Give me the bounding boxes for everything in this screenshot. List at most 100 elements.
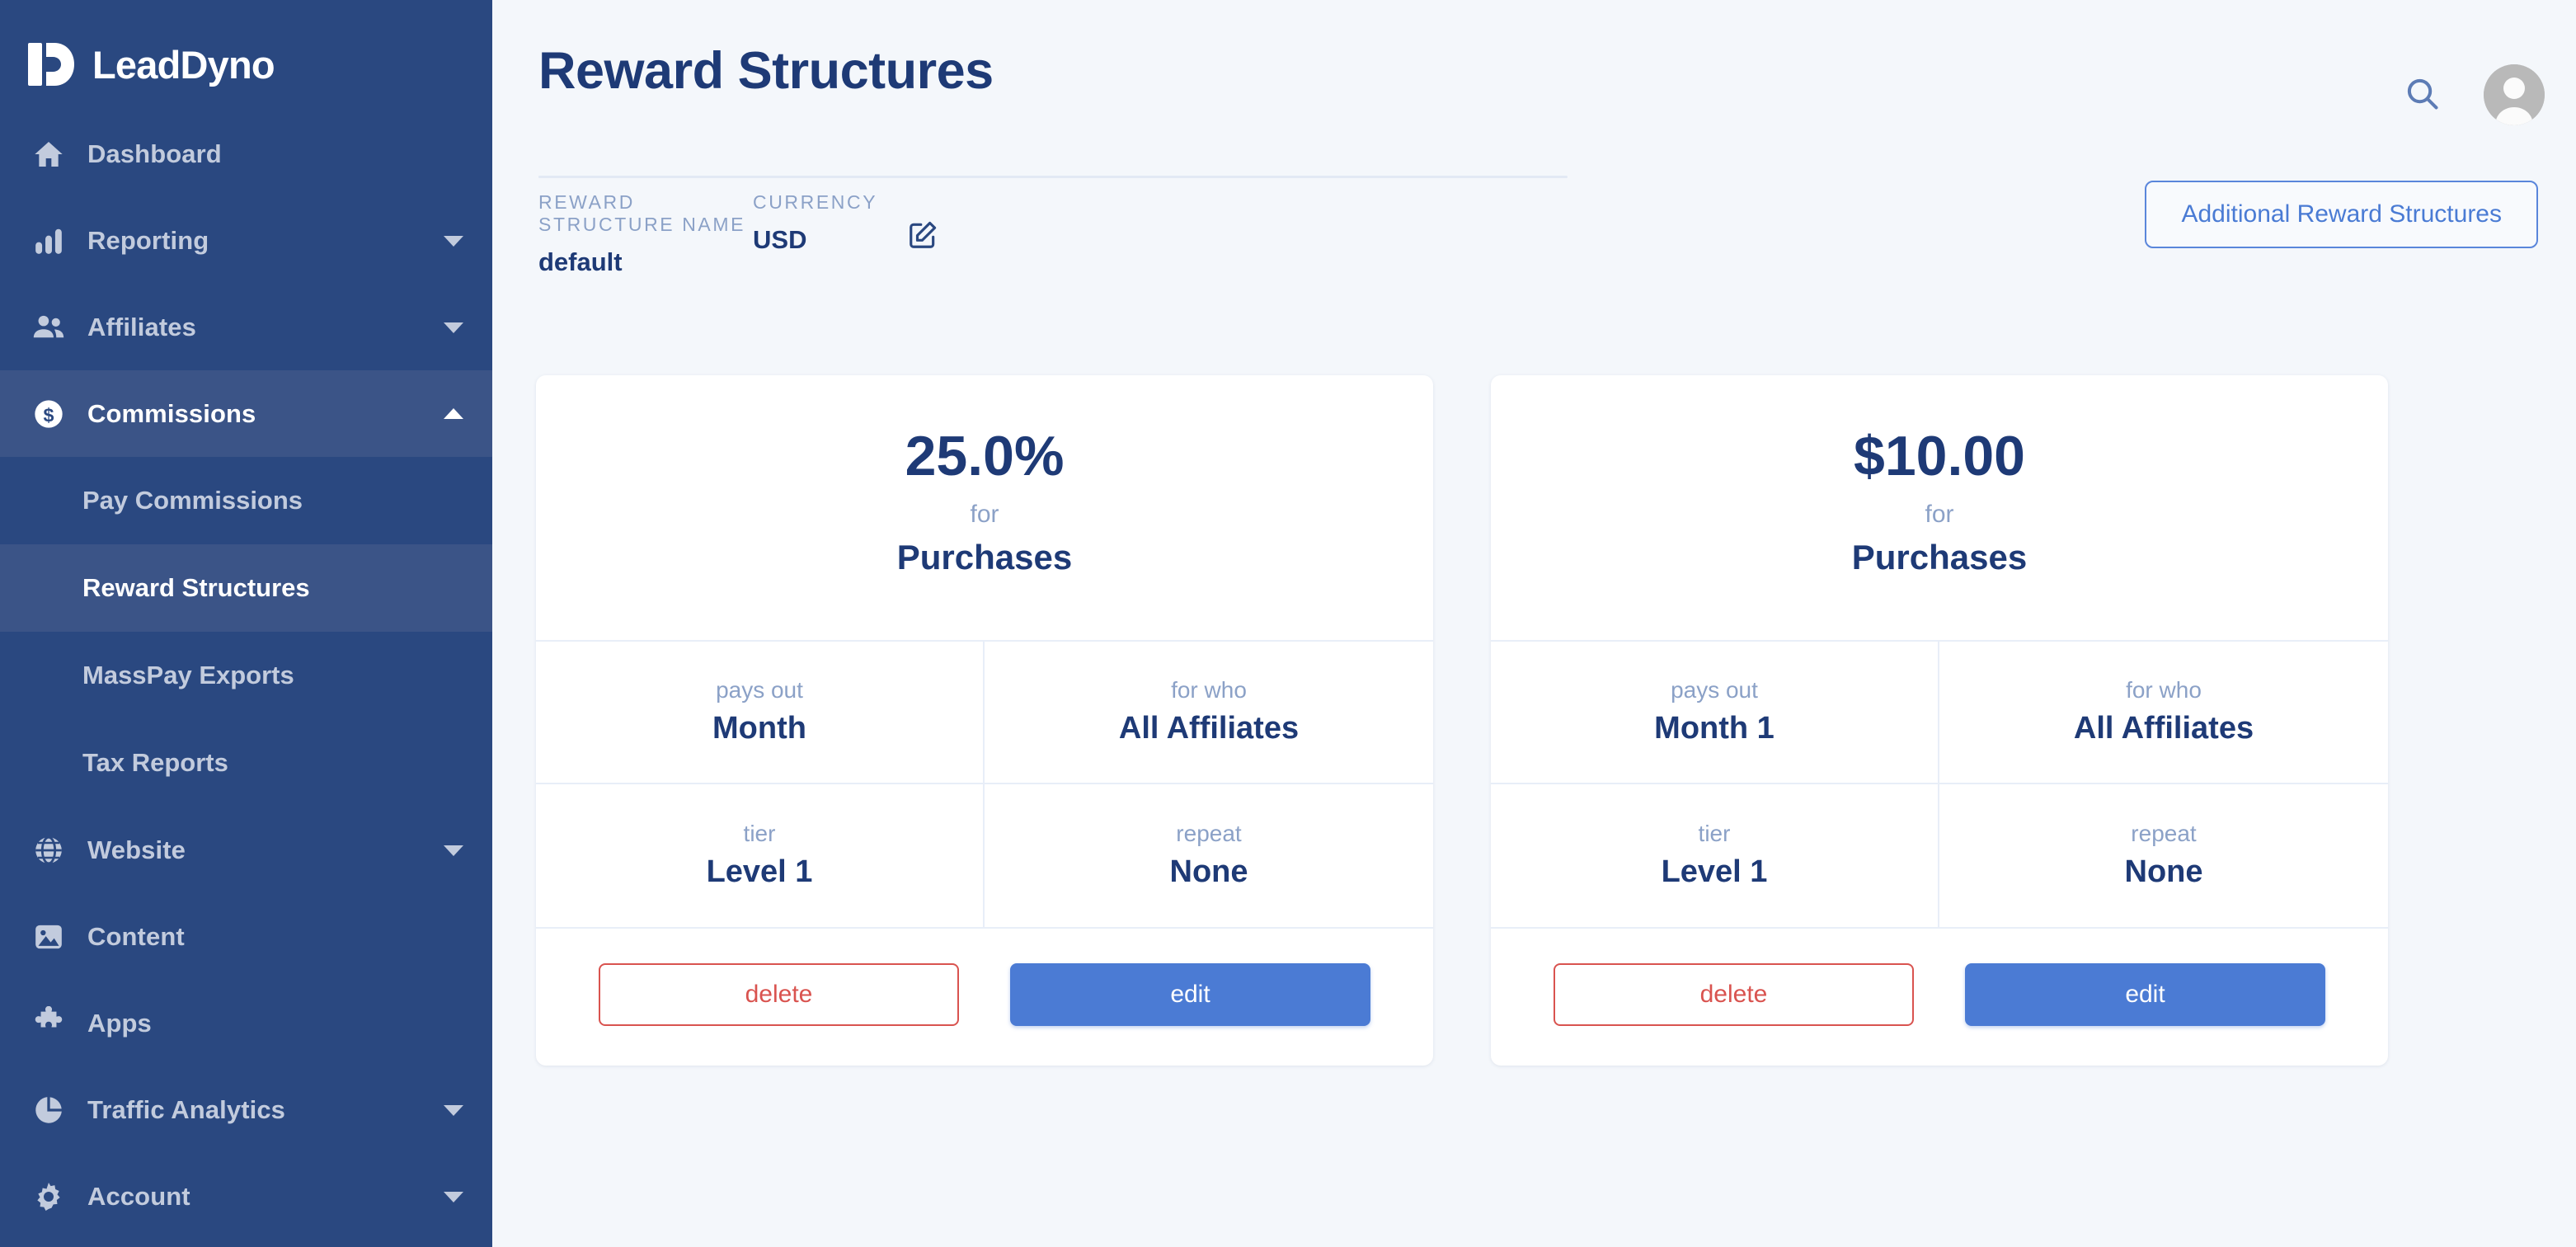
sidebar-subitem-label: Pay Commissions	[82, 486, 303, 515]
field-value: None	[2124, 854, 2203, 889]
sidebar-item-commissions[interactable]: $ Commissions	[0, 370, 492, 457]
sidebar-item-traffic-analytics[interactable]: Traffic Analytics	[0, 1066, 492, 1153]
gear-icon	[30, 1178, 68, 1216]
field-label: tier	[743, 820, 776, 846]
field-label: tier	[1698, 820, 1731, 846]
card-field-repeat: repeat None	[1939, 784, 2388, 927]
chevron-down-icon	[443, 321, 464, 334]
card-actions: delete edit	[536, 927, 1433, 1066]
field-value: Level 1	[706, 854, 813, 889]
field-value: Level 1	[1661, 854, 1768, 889]
chevron-down-icon	[443, 1103, 464, 1117]
sidebar-item-account[interactable]: Account	[0, 1153, 492, 1240]
brand-name: LeadDyno	[92, 42, 275, 87]
sidebar-item-label: Website	[87, 835, 186, 864]
card-field-for-who: for who All Affiliates	[1939, 642, 2388, 784]
card-field-tier: tier Level 1	[536, 784, 985, 927]
bar-chart-icon	[30, 222, 68, 260]
page-title: Reward Structures	[538, 42, 994, 100]
user-avatar-icon	[2484, 64, 2545, 125]
card-header: $10.00 for Purchases	[1491, 375, 2388, 642]
edit-button[interactable]: edit	[1965, 963, 2325, 1026]
card-fields-grid: pays out Month 1 for who All Affiliates …	[1491, 642, 2388, 927]
chevron-down-icon	[443, 234, 464, 247]
field-value: Month	[712, 710, 806, 746]
globe-icon	[30, 831, 68, 869]
delete-button[interactable]: delete	[599, 963, 959, 1026]
card-fields-grid: pays out Month for who All Affiliates ti…	[536, 642, 1433, 927]
meta-value: USD	[753, 225, 807, 254]
meta-label: CURRENCY	[753, 191, 878, 213]
avatar[interactable]	[2484, 64, 2545, 125]
delete-button[interactable]: delete	[1554, 963, 1914, 1026]
field-value: All Affiliates	[2073, 710, 2254, 746]
card-field-pays-out: pays out Month 1	[1491, 642, 1939, 784]
chevron-up-icon	[443, 407, 464, 421]
users-icon	[30, 308, 68, 346]
card-type: Purchases	[1851, 538, 2028, 577]
sidebar-subitem-label: Reward Structures	[82, 573, 310, 602]
meta-currency: CURRENCY USD	[753, 191, 906, 255]
reward-structure-cards: 25.0% for Purchases pays out Month for w…	[536, 375, 2388, 1066]
reward-structure-card: 25.0% for Purchases pays out Month for w…	[536, 375, 1433, 1066]
card-field-repeat: repeat None	[985, 784, 1433, 927]
field-label: for who	[1171, 676, 1247, 703]
sidebar-nav: Dashboard Reporting Affiliates $ Commiss…	[0, 111, 492, 1240]
sidebar-item-label: Content	[87, 921, 185, 951]
sidebar-item-label: Affiliates	[87, 312, 196, 341]
topbar-actions	[2401, 64, 2545, 125]
edit-reward-structure-button[interactable]	[906, 219, 939, 252]
sidebar-item-content[interactable]: Content	[0, 893, 492, 980]
pie-chart-icon	[30, 1091, 68, 1129]
sidebar: LeadDyno Dashboard Reporting Affiliates …	[0, 0, 492, 1247]
dollar-circle-icon: $	[30, 395, 68, 433]
card-actions: delete edit	[1491, 927, 2388, 1066]
sidebar-item-tax-reports[interactable]: Tax Reports	[0, 719, 492, 807]
chevron-down-icon	[443, 1190, 464, 1203]
card-amount: 25.0%	[905, 425, 1065, 488]
edit-button[interactable]: edit	[1010, 963, 1370, 1026]
field-label: for who	[2126, 676, 2202, 703]
sidebar-item-label: Commissions	[87, 398, 256, 428]
sidebar-subitem-label: Tax Reports	[82, 748, 228, 777]
header-divider	[538, 176, 1568, 178]
card-amount: $10.00	[1854, 425, 2025, 488]
field-value: All Affiliates	[1118, 710, 1300, 746]
card-field-tier: tier Level 1	[1491, 784, 1939, 927]
search-button[interactable]	[2401, 73, 2444, 116]
sidebar-item-reporting[interactable]: Reporting	[0, 197, 492, 284]
sidebar-item-website[interactable]: Website	[0, 807, 492, 893]
sidebar-item-apps[interactable]: Apps	[0, 980, 492, 1066]
chevron-down-icon	[443, 844, 464, 857]
reward-structure-card: $10.00 for Purchases pays out Month 1 fo…	[1491, 375, 2388, 1066]
card-header: 25.0% for Purchases	[536, 375, 1433, 642]
meta-value: default	[538, 247, 623, 276]
search-icon	[2404, 75, 2442, 115]
image-icon	[30, 918, 68, 956]
sidebar-item-reward-structures[interactable]: Reward Structures	[0, 544, 492, 632]
sidebar-subitem-label: MassPay Exports	[82, 661, 294, 689]
leaddyno-logo-icon	[28, 43, 74, 86]
brand-logo[interactable]: LeadDyno	[0, 0, 492, 99]
card-field-for-who: for who All Affiliates	[985, 642, 1433, 784]
field-value: None	[1169, 854, 1248, 889]
puzzle-icon	[30, 1005, 68, 1042]
sidebar-item-label: Dashboard	[87, 139, 222, 168]
card-type: Purchases	[896, 538, 1073, 577]
meta-reward-structure-name: REWARD STRUCTURE NAME default	[538, 191, 753, 277]
field-label: repeat	[1176, 820, 1242, 846]
sidebar-item-masspay-exports[interactable]: MassPay Exports	[0, 632, 492, 719]
sidebar-item-affiliates[interactable]: Affiliates	[0, 284, 492, 370]
field-label: repeat	[2131, 820, 2197, 846]
card-for-label: for	[1925, 501, 1954, 529]
sidebar-item-label: Traffic Analytics	[87, 1094, 286, 1124]
edit-pencil-square-icon	[907, 219, 938, 253]
additional-reward-structures-button[interactable]: Additional Reward Structures	[2145, 181, 2538, 248]
sidebar-item-dashboard[interactable]: Dashboard	[0, 111, 492, 197]
card-field-pays-out: pays out Month	[536, 642, 985, 784]
sidebar-item-label: Apps	[87, 1008, 152, 1038]
sidebar-item-label: Account	[87, 1181, 190, 1211]
sidebar-item-label: Reporting	[87, 225, 209, 255]
sidebar-item-pay-commissions[interactable]: Pay Commissions	[0, 457, 492, 544]
card-for-label: for	[970, 501, 999, 529]
